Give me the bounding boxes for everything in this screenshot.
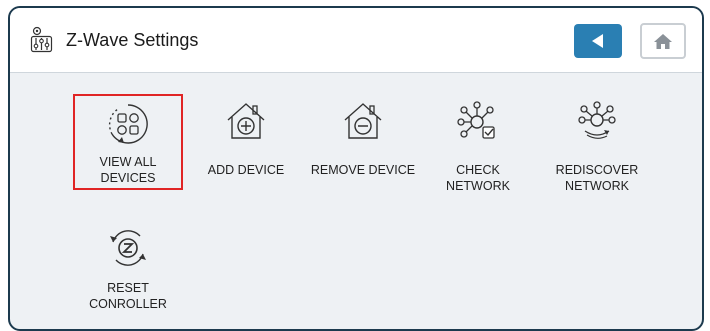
view-all-devices-icon [108, 104, 148, 144]
remove-device-icon [344, 103, 382, 139]
page-title: Z-Wave Settings [66, 30, 199, 50]
back-button[interactable] [574, 24, 622, 58]
rediscover-network-icon [578, 101, 616, 139]
tile-label-line1: REDISCOVER [555, 163, 639, 177]
reset-controller-icon [110, 230, 146, 266]
view-all-devices-tile[interactable]: VIEW ALL DEVICES [73, 94, 183, 190]
check-network-tile[interactable]: CHECK NETWORK [430, 94, 526, 193]
tile-label-line2: DEVICES [100, 171, 156, 185]
check-network-icon [457, 101, 495, 139]
tile-label-line2: NETWORK [446, 179, 510, 193]
rediscover-network-tile[interactable]: REDISCOVER NETWORK [542, 94, 652, 193]
home-button[interactable] [640, 23, 686, 59]
home-icon [654, 34, 672, 49]
tile-label-line1: CHECK [456, 163, 500, 177]
zwave-settings-panel: Z-Wave Settings VIEW ALL DEVICES ADD DEV… [8, 6, 704, 331]
back-arrow-icon [592, 34, 603, 48]
settings-sliders-icon [30, 26, 53, 53]
tile-label-line1: RESET [107, 281, 149, 295]
tile-label-line1: VIEW ALL [99, 155, 157, 169]
add-device-icon [227, 103, 265, 139]
tile-label-line2: NETWORK [565, 179, 629, 193]
remove-device-tile[interactable]: REMOVE DEVICE [308, 94, 418, 190]
tile-label-line1: REMOVE DEVICE [310, 163, 416, 177]
add-device-tile[interactable]: ADD DEVICE [198, 94, 294, 190]
tile-label-line1: ADD DEVICE [207, 163, 285, 177]
reset-controller-tile[interactable]: RESET CONROLLER [73, 222, 183, 318]
tile-label-line2: CONROLLER [89, 297, 167, 311]
header-bar: Z-Wave Settings [10, 8, 702, 73]
